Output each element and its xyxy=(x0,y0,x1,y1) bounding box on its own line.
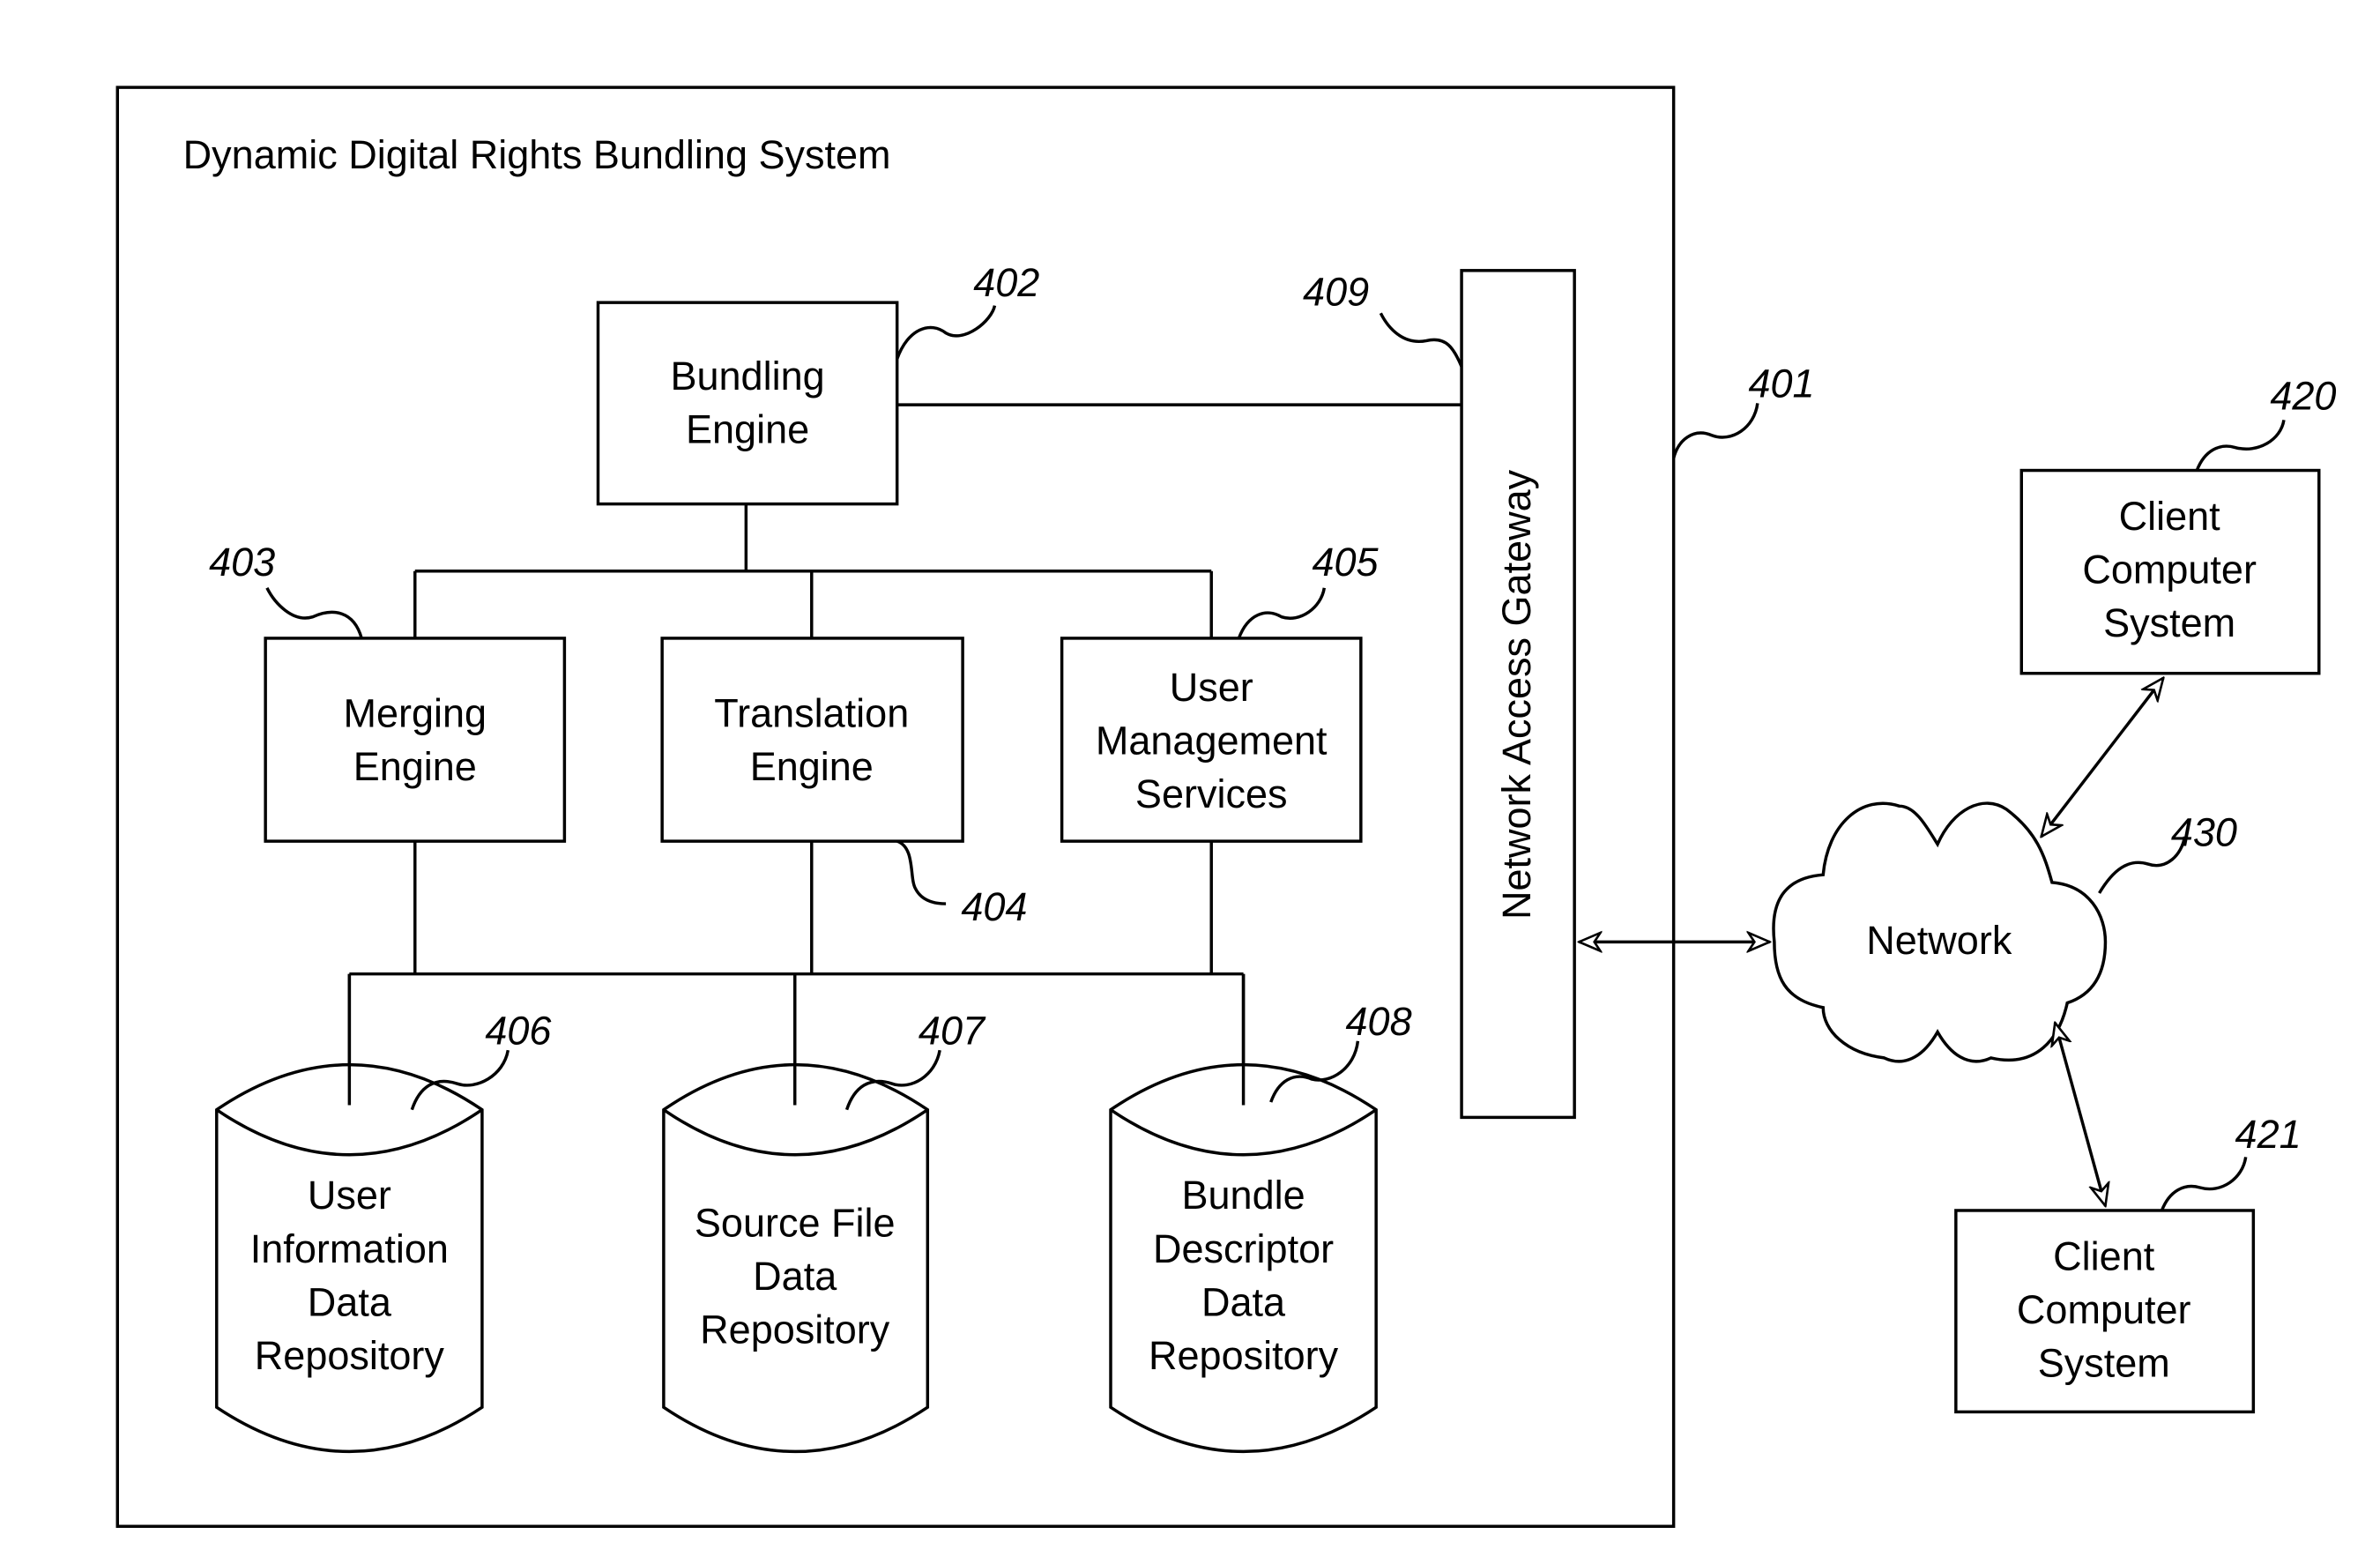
client-computer-system-2-node: Client Computer System xyxy=(1954,1209,2256,1414)
svg-text:Engine: Engine xyxy=(750,744,874,789)
svg-text:Computer: Computer xyxy=(2082,548,2257,592)
svg-text:Data: Data xyxy=(1201,1279,1286,1324)
user-information-repository-node: User Information Data Repository xyxy=(215,1063,484,1454)
svg-text:Network: Network xyxy=(1866,918,2012,963)
ref-label-421: 421 xyxy=(2235,1112,2302,1157)
svg-text:Repository: Repository xyxy=(700,1307,890,1352)
svg-text:Information: Information xyxy=(250,1226,449,1271)
ref-label-404: 404 xyxy=(961,884,1027,929)
source-file-repository-node: Source File Data Repository xyxy=(662,1063,930,1454)
svg-text:User: User xyxy=(1170,665,1253,710)
svg-text:Translation: Translation xyxy=(714,690,909,735)
svg-text:Engine: Engine xyxy=(353,744,477,789)
ref-leader-421 xyxy=(2160,1157,2248,1211)
bundling-engine-node: Bundling Engine xyxy=(596,301,899,506)
svg-text:Engine: Engine xyxy=(686,406,809,451)
network-client1-link xyxy=(2042,678,2163,837)
svg-text:Management: Management xyxy=(1096,718,1328,763)
svg-text:Descriptor: Descriptor xyxy=(1153,1226,1334,1271)
svg-text:Network Access Gateway: Network Access Gateway xyxy=(1494,469,1539,920)
network-access-gateway-node: Network Access Gateway xyxy=(1460,269,1576,1120)
ref-label-430: 430 xyxy=(2171,809,2237,854)
svg-text:Data: Data xyxy=(753,1254,837,1299)
svg-text:Source File: Source File xyxy=(695,1200,896,1245)
ref-label-406: 406 xyxy=(485,1008,552,1053)
svg-text:Repository: Repository xyxy=(255,1333,445,1378)
bundle-descriptor-repository-node: Bundle Descriptor Data Repository xyxy=(1109,1063,1378,1454)
svg-text:Bundling: Bundling xyxy=(670,354,824,399)
system-title: Dynamic Digital Rights Bundling System xyxy=(183,132,891,177)
svg-text:System: System xyxy=(2103,600,2235,645)
ref-label-405: 405 xyxy=(1312,540,1379,585)
svg-text:Services: Services xyxy=(1135,771,1288,816)
network-client2-link xyxy=(2055,1023,2105,1206)
translation-engine-node: Translation Engine xyxy=(660,637,964,843)
svg-text:System: System xyxy=(2038,1341,2170,1386)
svg-text:Computer: Computer xyxy=(2017,1287,2191,1332)
client-computer-system-1-node: Client Computer System xyxy=(2019,468,2321,675)
ref-label-402: 402 xyxy=(973,260,1039,305)
svg-text:Merging: Merging xyxy=(343,690,487,735)
svg-text:Bundle: Bundle xyxy=(1182,1173,1305,1218)
svg-text:Data: Data xyxy=(308,1279,392,1324)
ref-label-420: 420 xyxy=(2270,373,2336,418)
diagram-canvas: Dynamic Digital Rights Bundling System B… xyxy=(115,86,2336,1528)
ref-label-403: 403 xyxy=(209,540,275,585)
ref-label-409: 409 xyxy=(1303,270,1369,315)
ref-label-408: 408 xyxy=(1346,999,1412,1044)
ref-leader-420 xyxy=(2195,420,2286,472)
user-management-services-node: User Management Services xyxy=(1060,637,1363,843)
merging-engine-node: Merging Engine xyxy=(264,637,567,843)
svg-text:Client: Client xyxy=(2053,1233,2155,1278)
svg-text:Repository: Repository xyxy=(1149,1333,1339,1378)
ref-leader-401 xyxy=(1671,403,1759,459)
svg-text:User: User xyxy=(308,1173,391,1218)
ref-label-401: 401 xyxy=(1748,361,1814,406)
ref-label-407: 407 xyxy=(919,1008,986,1053)
svg-text:Client: Client xyxy=(2119,494,2221,539)
